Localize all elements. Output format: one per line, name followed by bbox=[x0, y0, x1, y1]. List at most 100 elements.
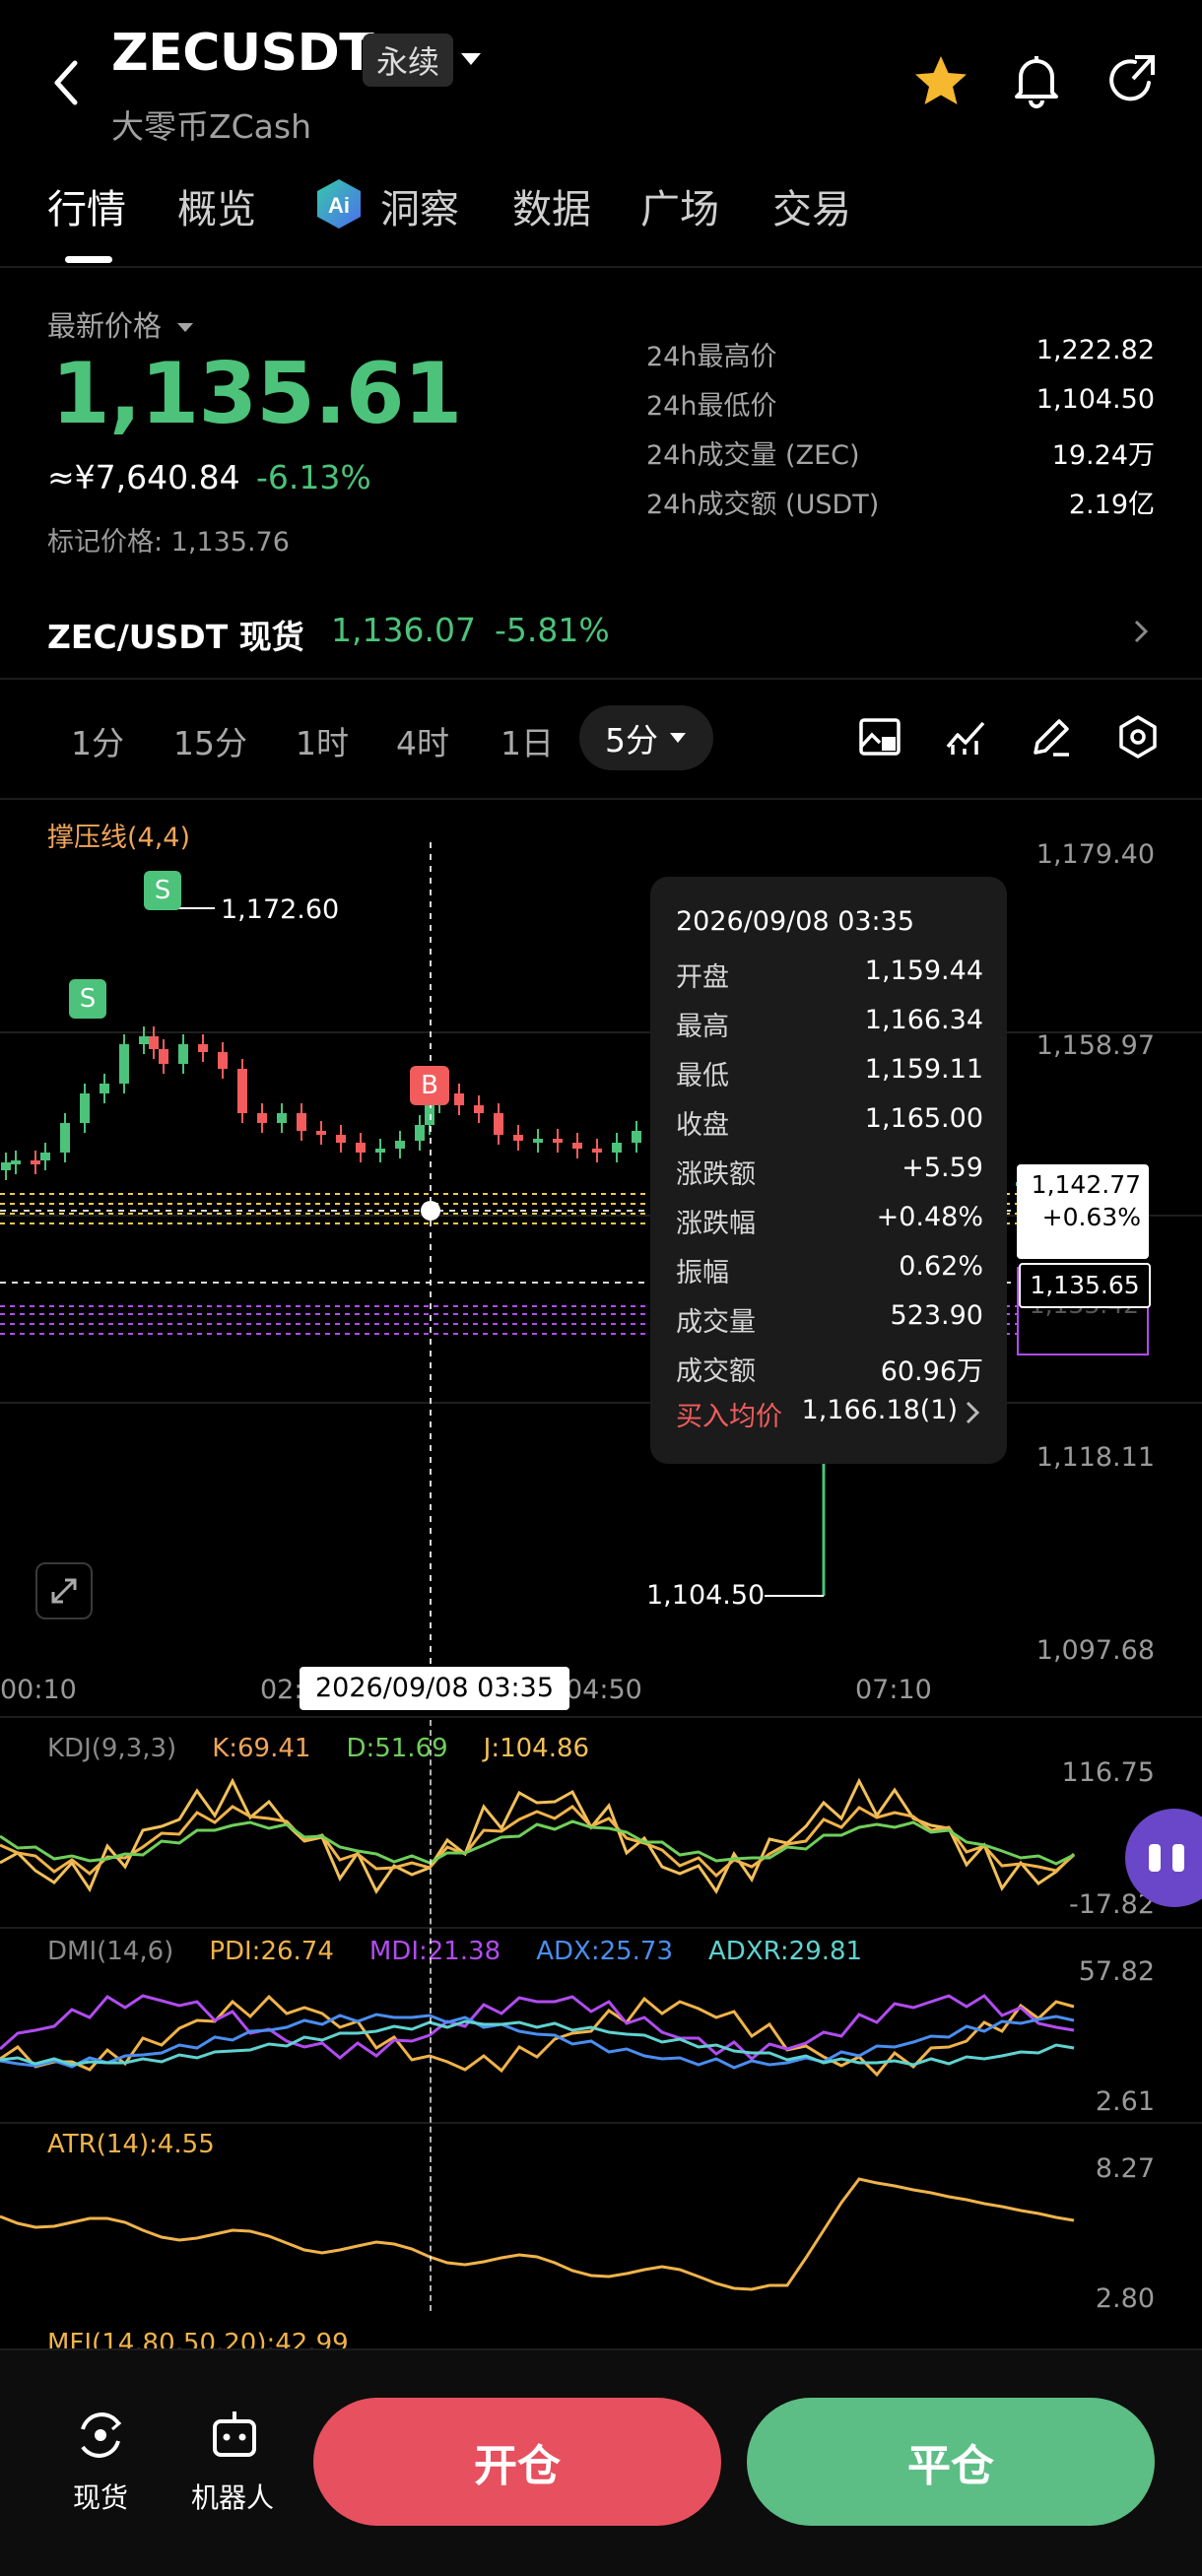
candle-body bbox=[592, 1149, 602, 1153]
candle-body bbox=[139, 1036, 149, 1044]
price-tag-box: 1,142.77 +0.63% bbox=[1017, 1164, 1149, 1259]
price-tag-value: 1,142.77 bbox=[1031, 1170, 1141, 1199]
symbol-title[interactable]: ZECUSDT bbox=[111, 24, 374, 83]
tooltip-label: 涨跌额 bbox=[676, 1159, 756, 1190]
ai-icon: Ai bbox=[313, 177, 365, 234]
interval-4h[interactable]: 4时 bbox=[396, 717, 449, 764]
dmi-max: 57.82 bbox=[1078, 1956, 1155, 1987]
price-change-pct: -6.13% bbox=[256, 458, 371, 496]
candle-body bbox=[316, 1131, 326, 1135]
tab-overview[interactable]: 概览 bbox=[177, 177, 256, 234]
stat-value: 1,222.82 bbox=[1035, 335, 1155, 365]
tooltip-label: 开盘 bbox=[676, 962, 729, 993]
tooltip-value: 1,159.44 bbox=[864, 956, 983, 986]
settings-gear-icon[interactable] bbox=[1114, 713, 1162, 760]
candle-body bbox=[632, 1131, 641, 1143]
price-axis-label: 1,118.11 bbox=[1035, 1442, 1155, 1473]
candle-body bbox=[178, 1044, 188, 1064]
spot-price: 1,136.07 bbox=[331, 611, 476, 649]
spot-market-row[interactable]: ZEC/USDT 现货 1,136.07 -5.81% bbox=[0, 591, 1202, 670]
candle-body bbox=[80, 1093, 90, 1123]
stat-label: 24h最低价 bbox=[646, 391, 777, 422]
high-price-marker: 1,172.60 bbox=[221, 894, 340, 925]
tab-insight[interactable]: 洞察 bbox=[380, 177, 459, 234]
stat-value: 19.24万 bbox=[1051, 440, 1155, 471]
cny-price: ≈¥7,640.84 bbox=[47, 458, 240, 496]
sell-marker[interactable]: S bbox=[69, 979, 106, 1019]
dmi-adx-line bbox=[0, 2013, 1075, 2070]
symbol-dropdown-icon[interactable] bbox=[457, 47, 485, 75]
candle-body bbox=[159, 1049, 168, 1064]
candle-body bbox=[336, 1135, 346, 1143]
atr-chart bbox=[0, 2177, 1075, 2291]
close-position-button[interactable]: 平仓 bbox=[747, 2398, 1155, 2526]
interval-1m[interactable]: 1分 bbox=[71, 717, 124, 764]
candle-body bbox=[31, 1160, 40, 1164]
tooltip-label: 涨跌幅 bbox=[676, 1209, 756, 1239]
spot-pair-label: ZEC/USDT 现货 bbox=[47, 618, 304, 656]
back-button[interactable] bbox=[47, 55, 87, 110]
fullscreen-expand-icon[interactable] bbox=[35, 1562, 93, 1619]
draw-pencil-icon[interactable] bbox=[1028, 713, 1075, 760]
candle-body bbox=[257, 1113, 267, 1123]
symbol-subtitle: 大零币ZCash bbox=[111, 107, 311, 146]
interval-15m[interactable]: 15分 bbox=[173, 717, 247, 764]
stat-value: 1,104.50 bbox=[1035, 384, 1155, 415]
tooltip-value: 1,159.11 bbox=[864, 1054, 983, 1085]
candlestick-chart[interactable] bbox=[0, 808, 1202, 1714]
svg-text:Ai: Ai bbox=[328, 193, 350, 218]
tooltip-value: 0.62% bbox=[899, 1251, 983, 1282]
chevron-right-icon bbox=[1134, 620, 1149, 643]
share-icon[interactable] bbox=[1105, 53, 1159, 112]
favorite-star-icon[interactable] bbox=[912, 53, 969, 112]
tab-trade[interactable]: 交易 bbox=[772, 177, 851, 234]
buy-average-row[interactable]: 买入均价 1,166.18(1) bbox=[650, 1395, 1007, 1444]
interval-1h[interactable]: 1时 bbox=[296, 717, 349, 764]
stat-label: 24h成交量 (ZEC) bbox=[646, 440, 860, 471]
open-position-button[interactable]: 开仓 bbox=[313, 2398, 721, 2526]
interval-selected-5m[interactable]: 5分 bbox=[579, 705, 713, 770]
candle-body bbox=[297, 1113, 306, 1131]
tab-data[interactable]: 数据 bbox=[512, 177, 591, 234]
spot-nav-label: 现货 bbox=[73, 2481, 129, 2514]
candle-body bbox=[553, 1139, 563, 1143]
tab-active-indicator bbox=[65, 256, 112, 263]
chevron-left-icon bbox=[54, 60, 78, 105]
tooltip-value: 1,166.34 bbox=[864, 1005, 983, 1035]
candle-body bbox=[277, 1113, 287, 1123]
candle-body bbox=[40, 1153, 50, 1160]
candle-body bbox=[198, 1044, 208, 1052]
interval-1d[interactable]: 1日 bbox=[501, 717, 554, 764]
atr-line bbox=[0, 2177, 1075, 2291]
sell-marker[interactable]: S bbox=[144, 871, 181, 910]
candle-body bbox=[474, 1105, 484, 1113]
bell-icon[interactable] bbox=[1011, 53, 1062, 112]
spot-change: -5.81% bbox=[495, 611, 610, 649]
candle-body bbox=[415, 1125, 425, 1141]
atr-legend: ATR(14):4.55 bbox=[47, 2130, 215, 2159]
tab-market[interactable]: 行情 bbox=[47, 177, 126, 234]
candle-body bbox=[11, 1160, 21, 1164]
tooltip-value: 1,165.00 bbox=[864, 1103, 983, 1134]
chart-type-icon[interactable] bbox=[856, 713, 903, 760]
tooltip-value: +5.59 bbox=[902, 1153, 983, 1183]
latest-price-label[interactable]: 最新价格 bbox=[47, 303, 196, 345]
candle-body bbox=[572, 1143, 582, 1149]
indicator-icon[interactable] bbox=[943, 713, 990, 760]
tab-square[interactable]: 广场 bbox=[640, 177, 719, 234]
candle-body bbox=[218, 1052, 228, 1069]
stat-value: 2.19亿 bbox=[1068, 490, 1155, 520]
buy-average-label: 买入均价 bbox=[676, 1402, 782, 1432]
tooltip-label: 振幅 bbox=[676, 1258, 729, 1288]
current-price-tag: 1,135.65 bbox=[1019, 1263, 1151, 1308]
buy-marker[interactable]: B bbox=[410, 1066, 449, 1105]
candle-body bbox=[494, 1113, 503, 1135]
candle-body bbox=[395, 1141, 405, 1149]
atr-min: 2.80 bbox=[1095, 2283, 1155, 2314]
spot-exchange-icon bbox=[81, 2412, 122, 2458]
mark-price: 标记价格: 1,135.76 bbox=[47, 527, 290, 558]
tooltip-date: 2026/09/08 03:35 bbox=[676, 906, 915, 937]
candle-body bbox=[533, 1139, 543, 1143]
tooltip-label: 成交量 bbox=[676, 1307, 756, 1338]
caret-down-icon bbox=[670, 733, 686, 743]
